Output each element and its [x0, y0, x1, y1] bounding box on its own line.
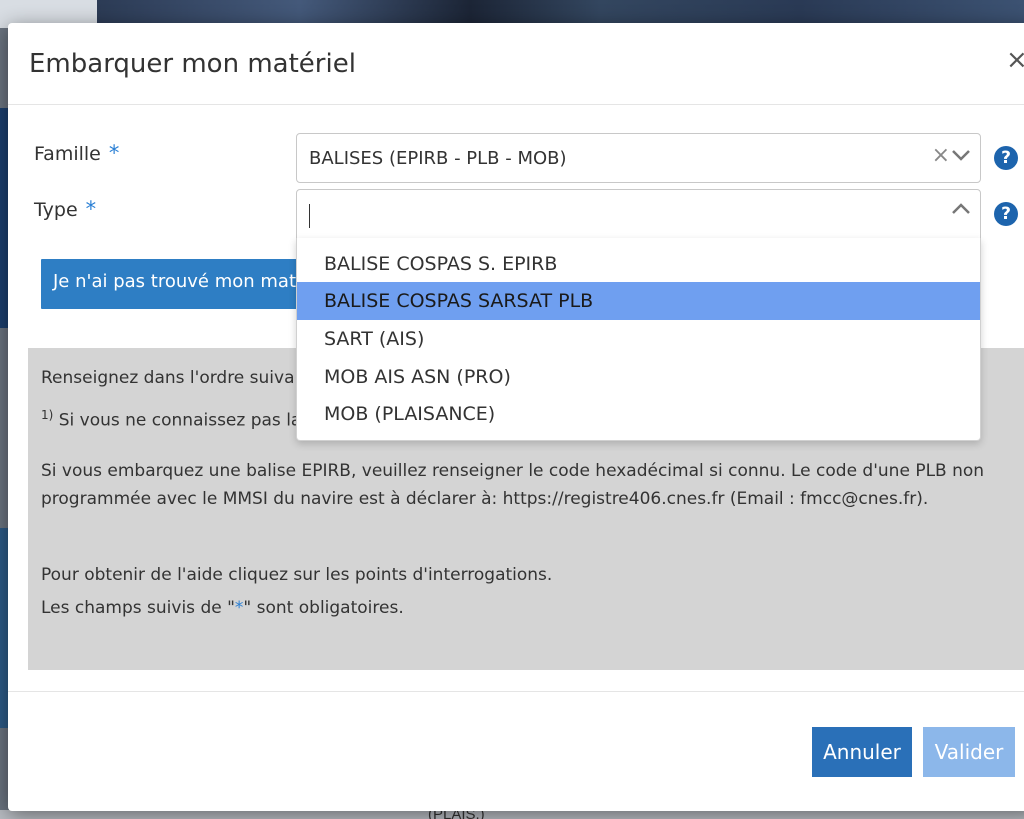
clear-icon[interactable]: ×	[932, 143, 950, 168]
info-line: 1) Si vous ne connaissez pas la	[41, 408, 301, 431]
chevron-down-icon[interactable]	[951, 148, 971, 162]
modal-header: Embarquer mon matériel ×	[8, 23, 1024, 105]
type-label-text: Type	[34, 199, 78, 221]
type-help-icon[interactable]: ?	[994, 202, 1018, 226]
info-line: programmée avec le MMSI du navire est à …	[41, 489, 929, 509]
info-line-text: Si vous ne connaissez pas la	[53, 410, 302, 431]
background-bottom-strip	[0, 810, 1024, 819]
dropdown-option-highlighted[interactable]: BALISE COSPAS SARSAT PLB	[297, 282, 980, 320]
close-icon[interactable]: ×	[1006, 47, 1024, 73]
type-label: Type *	[34, 197, 96, 221]
footnote-marker: 1)	[41, 408, 54, 422]
famille-select-value: BALISES (EPIRB - PLB - MOB)	[309, 148, 567, 169]
info-line-text: Les champs suivis de "	[41, 598, 235, 618]
modal-title: Embarquer mon matériel	[29, 49, 356, 79]
type-select-input[interactable]	[296, 189, 981, 239]
validate-button[interactable]: Valider	[923, 727, 1015, 777]
info-line: Si vous embarquez une balise EPIRB, veui…	[41, 461, 985, 481]
dropdown-option[interactable]: MOB AIS ASN (PRO)	[297, 358, 980, 396]
info-line-text: " sont obligatoires.	[243, 598, 404, 618]
famille-label-text: Famille	[34, 143, 101, 165]
text-cursor	[309, 204, 310, 228]
required-star: *	[85, 197, 97, 221]
dropdown-option[interactable]: MOB (PLAISANCE)	[297, 395, 980, 433]
required-star: *	[108, 141, 120, 165]
footer-divider	[8, 691, 1024, 692]
info-line: Pour obtenir de l'aide cliquez sur les p…	[41, 565, 553, 585]
info-line: Les champs suivis de "*" sont obligatoir…	[41, 598, 404, 618]
famille-label: Famille *	[34, 141, 119, 165]
not-found-button[interactable]: Je n'ai pas trouvé mon matér	[41, 259, 311, 309]
cancel-button[interactable]: Annuler	[812, 727, 912, 777]
famille-help-icon[interactable]: ?	[994, 146, 1018, 170]
famille-select[interactable]: BALISES (EPIRB - PLB - MOB) ×	[296, 133, 981, 183]
dropdown-option[interactable]: BALISE COSPAS S. EPIRB	[297, 245, 980, 283]
chevron-up-icon[interactable]	[951, 202, 971, 216]
type-dropdown-list: BALISE COSPAS S. EPIRB BALISE COSPAS SAR…	[296, 238, 981, 441]
dropdown-option[interactable]: SART (AIS)	[297, 320, 980, 358]
info-line: Renseignez dans l'ordre suivar	[41, 368, 302, 388]
